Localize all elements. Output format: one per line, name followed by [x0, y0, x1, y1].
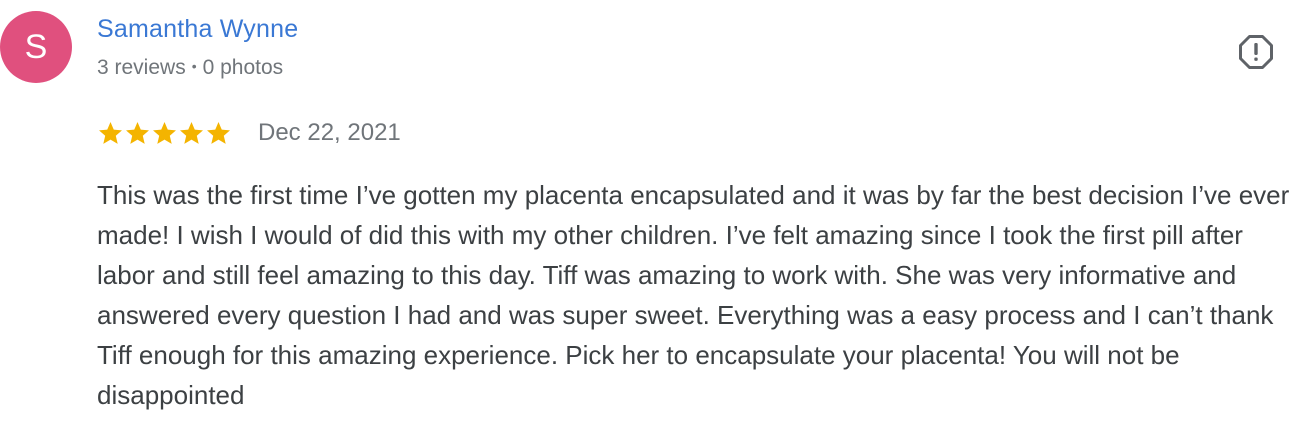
review-date: Dec 22, 2021 — [258, 119, 401, 146]
review-text: This was the first time I’ve gotten my p… — [97, 180, 1290, 410]
star-icon — [180, 121, 203, 144]
reviewer-meta: 3 reviews • 0 photos — [97, 56, 283, 80]
star-icon — [207, 121, 230, 144]
review-card: S Samantha Wynne 3 reviews • 0 photos Dec … — [0, 0, 1296, 442]
reviewer-name[interactable]: Samantha Wynne — [97, 15, 298, 44]
report-flag-icon — [1239, 35, 1273, 69]
star-icon — [126, 121, 149, 144]
star-icon — [153, 121, 176, 144]
meta-separator: • — [191, 58, 197, 74]
reviews-count: 3 reviews — [97, 56, 186, 79]
photos-count: 0 photos — [202, 56, 284, 79]
avatar[interactable]: S — [0, 11, 72, 83]
star-rating — [97, 120, 232, 147]
star-icon — [99, 121, 122, 144]
report-review-button[interactable] — [1236, 32, 1276, 72]
rating-row: Dec 22, 2021 — [97, 117, 401, 149]
